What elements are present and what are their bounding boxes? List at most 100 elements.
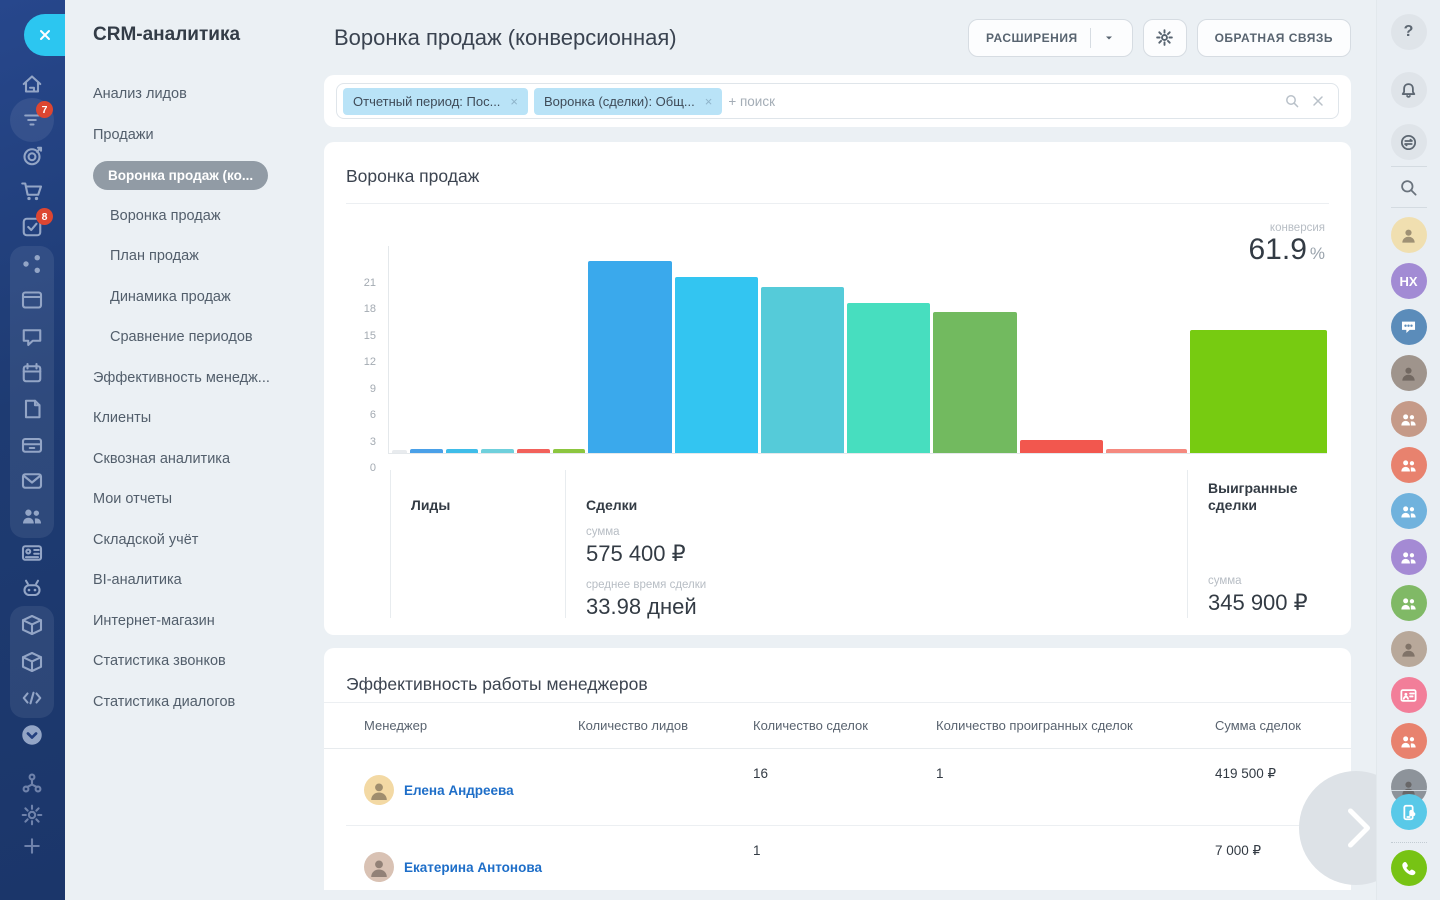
share-rail-item[interactable]	[20, 252, 44, 276]
idcard-rail-item[interactable]	[20, 541, 44, 565]
chat-avatar[interactable]	[1391, 493, 1427, 529]
chevron-right-icon	[1338, 806, 1374, 850]
sidebar-item[interactable]: Динамика продаж	[65, 277, 324, 318]
filter-search-field[interactable]: Отчетный период: Пос... × Воронка (сделк…	[336, 83, 1339, 119]
funnel-bar-1[interactable]	[392, 450, 407, 453]
divider	[346, 203, 1329, 204]
plus-rail-item[interactable]	[20, 834, 44, 858]
idcard-icon	[20, 541, 44, 565]
filter-chip-funnel[interactable]: Воронка (сделки): Общ... ×	[534, 88, 722, 115]
funnel-bar-10[interactable]	[847, 303, 930, 453]
sidebar-item[interactable]: BI-аналитика	[65, 560, 324, 601]
comm-phone-button[interactable]	[1391, 850, 1427, 886]
sidebar-item[interactable]: Сравнение периодов	[65, 317, 324, 358]
search-placeholder[interactable]: + поиск	[728, 94, 1278, 109]
chat-rail-item[interactable]	[20, 325, 44, 349]
box-rail-item[interactable]	[20, 650, 44, 674]
mail-rail-item[interactable]	[20, 469, 44, 493]
button-divider	[1090, 28, 1091, 48]
bars-area	[388, 246, 1327, 454]
column-header[interactable]: Количество проигранных сделок	[936, 718, 1215, 733]
manager-name-link[interactable]: Екатерина Антонова	[404, 860, 542, 875]
chat-avatar[interactable]	[1391, 631, 1427, 667]
cart-rail-item[interactable]	[20, 179, 44, 203]
funnel-bar-6[interactable]	[553, 449, 586, 453]
settings-button[interactable]	[1143, 19, 1187, 57]
chat-avatar[interactable]	[1391, 585, 1427, 621]
sidebar-item[interactable]: Эффективность менедж...	[65, 358, 324, 399]
chat-avatar[interactable]	[1391, 447, 1427, 483]
chat-avatar[interactable]	[1391, 217, 1427, 253]
sidebar-item[interactable]: Мои отчеты	[65, 479, 324, 520]
dialog-button[interactable]	[1391, 124, 1427, 160]
funnel-bar-4[interactable]	[481, 449, 514, 453]
tasks-rail-item[interactable]: 8	[20, 215, 44, 239]
sidebar-item[interactable]: Продажи	[65, 115, 324, 156]
column-header[interactable]: Количество сделок	[753, 718, 936, 733]
chat-avatar[interactable]	[1391, 723, 1427, 759]
drawer-rail-item[interactable]	[20, 433, 44, 457]
column-header[interactable]: Количество лидов	[578, 718, 753, 733]
feedback-button[interactable]: ОБРАТНАЯ СВЯЗЬ	[1197, 19, 1351, 57]
sidebar-item[interactable]: Статистика диалогов	[65, 682, 324, 723]
help-button[interactable]: ?	[1391, 14, 1427, 50]
filter-rail-item[interactable]: 7	[20, 108, 44, 132]
lost-deals-count-cell: 1	[936, 749, 1215, 825]
funnel-bar-14[interactable]	[1190, 330, 1327, 453]
funnel-bar-12[interactable]	[1020, 440, 1103, 453]
chat-avatar[interactable]	[1391, 401, 1427, 437]
funnel-bar-8[interactable]	[675, 277, 758, 453]
people-rail-item[interactable]	[20, 504, 44, 528]
sidebar-item[interactable]: Складской учёт	[65, 520, 324, 561]
share-icon	[20, 252, 44, 276]
window-rail-item[interactable]	[20, 288, 44, 312]
chip-close-icon[interactable]: ×	[510, 94, 518, 109]
filter-chip-period[interactable]: Отчетный период: Пос... ×	[343, 88, 528, 115]
sidebar-item[interactable]: Клиенты	[65, 398, 324, 439]
chat-avatar[interactable]	[1391, 355, 1427, 391]
funnel-bar-2[interactable]	[410, 449, 443, 453]
sitemap-rail-item[interactable]	[20, 771, 44, 795]
search-icon[interactable]	[1284, 93, 1300, 109]
sidebar-item[interactable]: План продаж	[65, 236, 324, 277]
funnel-bar-11[interactable]	[933, 312, 1016, 453]
funnel-bar-3[interactable]	[446, 449, 479, 453]
funnel-bar-13[interactable]	[1106, 449, 1187, 453]
sidebar-item[interactable]: Статистика звонков	[65, 641, 324, 682]
funnel-bar-5[interactable]	[517, 449, 550, 453]
sidebar-item[interactable]: Воронка продаж (ко...	[65, 155, 324, 196]
robot-rail-item[interactable]	[20, 577, 44, 601]
sidebar-item[interactable]: Анализ лидов	[65, 74, 324, 115]
gear-icon	[20, 803, 44, 827]
search-button[interactable]	[1391, 169, 1427, 205]
chat-avatar[interactable]: HX	[1391, 263, 1427, 299]
sidebar-item[interactable]: Сквозная аналитика	[65, 439, 324, 480]
home-rail-item[interactable]	[20, 72, 44, 96]
sidebar-item[interactable]: Воронка продаж	[65, 196, 324, 237]
clear-icon[interactable]	[1310, 93, 1326, 109]
bell-button[interactable]	[1391, 72, 1427, 108]
funnel-bar-7[interactable]	[588, 261, 671, 453]
y-axis: 036912151821	[346, 260, 382, 454]
document-rail-item[interactable]	[20, 397, 44, 421]
gear-rail-item[interactable]	[20, 803, 44, 827]
column-header[interactable]: Менеджер	[346, 718, 578, 733]
chip-close-icon[interactable]: ×	[705, 94, 713, 109]
manager-name-link[interactable]: Елена Андреева	[404, 783, 514, 798]
column-header[interactable]: Сумма сделок	[1215, 718, 1329, 733]
chat-avatar[interactable]	[1391, 539, 1427, 575]
chat-avatar[interactable]	[1391, 677, 1427, 713]
target-rail-item[interactable]	[20, 144, 44, 168]
extensions-button[interactable]: РАСШИРЕНИЯ	[968, 19, 1133, 57]
calendar-rail-item[interactable]	[20, 361, 44, 385]
box-rail-item[interactable]	[20, 613, 44, 637]
funnel-bar-9[interactable]	[761, 287, 844, 453]
right-communication-rail: ? HX	[1376, 0, 1440, 900]
menu-close-button[interactable]	[24, 14, 65, 56]
sidebar-item[interactable]: Интернет-магазин	[65, 601, 324, 642]
crm-analytics-page: { "app": {"menu_title": "CRM-аналитика",…	[0, 0, 1440, 900]
comm-mobile-button[interactable]	[1391, 794, 1427, 830]
chat-avatar[interactable]	[1391, 309, 1427, 345]
chevron-down-circle-rail-item[interactable]	[20, 723, 44, 747]
code-rail-item[interactable]	[20, 686, 44, 710]
